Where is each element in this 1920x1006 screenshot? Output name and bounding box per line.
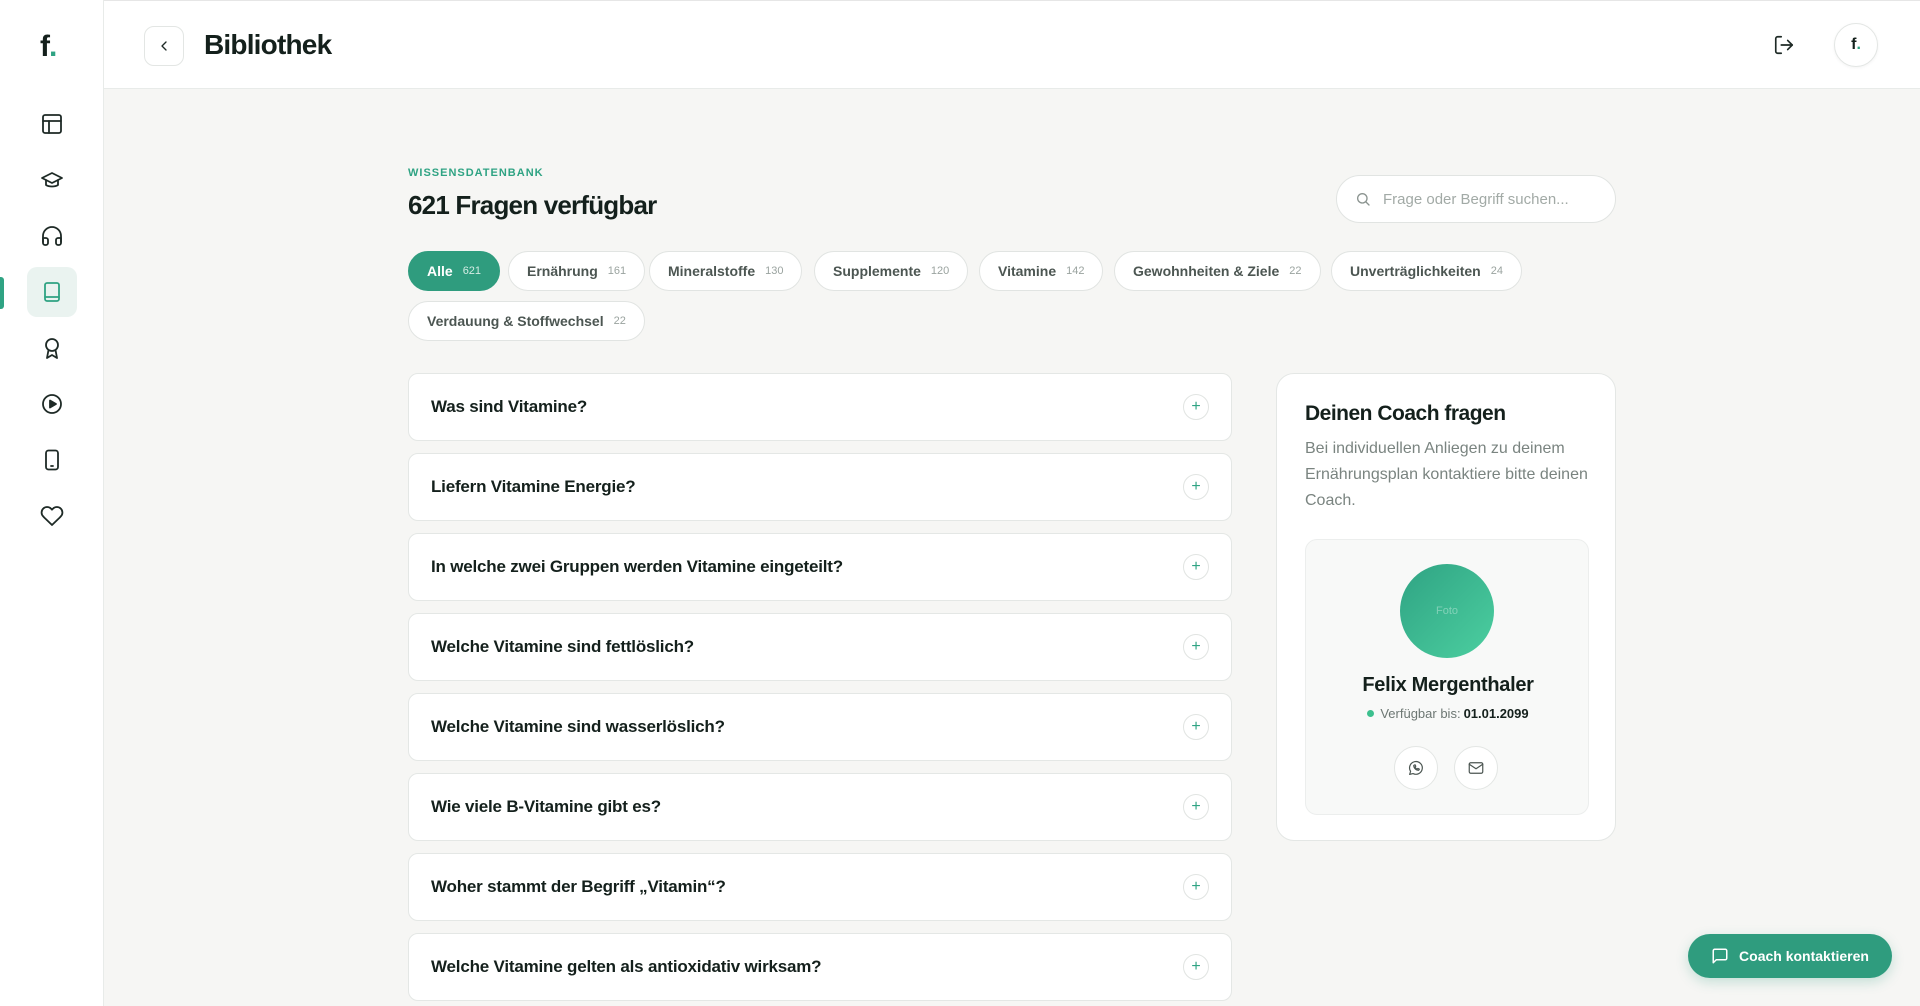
filter-count: 120	[930, 265, 950, 277]
faq-question: Welche Vitamine sind wasserlöslich?	[431, 717, 725, 736]
filter-count: 22	[1289, 265, 1302, 277]
filter-label: Ernährung	[527, 263, 598, 279]
sidebar-item-app[interactable]	[27, 435, 77, 485]
sidebar-item-dashboard[interactable]	[27, 99, 77, 149]
faq-question: Welche Vitamine gelten als antioxidativ …	[431, 957, 822, 976]
chevron-left-icon	[161, 41, 167, 51]
faq-item[interactable]: Was sind Vitamine? +	[408, 373, 1232, 441]
faq-question: Was sind Vitamine?	[431, 397, 588, 416]
award-icon	[45, 338, 59, 359]
sidebar-item-academy[interactable]	[27, 155, 77, 205]
filter-label: Alle	[427, 263, 453, 279]
smartphone-icon	[45, 449, 59, 471]
expand-icon[interactable]: +	[1183, 474, 1209, 500]
filter-label: Vitamine	[998, 263, 1057, 279]
expand-icon[interactable]: +	[1183, 714, 1209, 740]
coach-card-title: Deinen Coach fragen	[1305, 402, 1506, 425]
sidebar-item-videos[interactable]	[27, 379, 77, 429]
filter-label: Unverträglichkeiten	[1350, 263, 1481, 279]
sidebar: f.	[0, 0, 104, 1006]
sidebar-item-audio[interactable]	[27, 211, 77, 261]
coach-availability: Verfügbar bis: 01.01.2099	[1306, 706, 1590, 721]
filter-chip-verdauung[interactable]: Verdauung & Stoffwechsel 22	[408, 301, 645, 341]
filter-count: 130	[765, 265, 784, 277]
availability-label: Verfügbar bis:	[1380, 706, 1461, 721]
filter-label: Verdauung & Stoffwechsel	[427, 313, 604, 329]
expand-icon[interactable]: +	[1183, 394, 1209, 420]
logout-icon	[1774, 35, 1794, 55]
faq-item[interactable]: In welche zwei Gruppen werden Vitamine e…	[408, 533, 1232, 601]
search-input[interactable]	[1383, 190, 1593, 208]
filter-label: Supplemente	[833, 263, 921, 279]
status-dot	[1367, 710, 1375, 717]
contact-coach-label: Coach kontaktieren	[1739, 948, 1869, 964]
coach-name: Felix Mergenthaler	[1362, 674, 1534, 696]
faq-item[interactable]: Welche Vitamine sind wasserlöslich? +	[408, 693, 1232, 761]
topbar: Bibliothek f.	[104, 0, 1920, 89]
expand-icon[interactable]: +	[1183, 634, 1209, 660]
faq-question: Wie viele B-Vitamine gibt es?	[431, 797, 661, 816]
availability-date: 01.01.2099	[1463, 706, 1529, 721]
coach-photo: Foto	[1400, 564, 1494, 658]
play-circle-icon	[42, 394, 62, 414]
mail-icon	[1468, 762, 1484, 774]
filter-count: 161	[607, 265, 627, 277]
logo-dot: .	[49, 30, 57, 63]
faq-item[interactable]: Welche Vitamine gelten als antioxidativ …	[408, 933, 1232, 1001]
expand-icon[interactable]: +	[1183, 794, 1209, 820]
book-icon	[44, 282, 60, 302]
faq-item[interactable]: Wie viele B-Vitamine gibt es? +	[408, 773, 1232, 841]
filter-chip-unvertraeglichkeiten[interactable]: Unverträglichkeiten 24	[1331, 251, 1522, 291]
logout-button[interactable]	[1770, 31, 1798, 59]
back-button[interactable]	[144, 26, 184, 66]
coach-card: Deinen Coach fragen Bei individuellen An…	[1276, 373, 1616, 841]
search-icon	[1357, 193, 1370, 206]
filter-count: 621	[462, 265, 482, 277]
faq-question: In welche zwei Gruppen werden Vitamine e…	[431, 557, 843, 576]
active-nav-indicator	[0, 277, 4, 309]
faq-item[interactable]: Woher stammt der Begriff „Vitamin“? +	[408, 853, 1232, 921]
contact-coach-button[interactable]: Coach kontaktieren	[1688, 934, 1892, 978]
faq-question: Woher stammt der Begriff „Vitamin“?	[431, 877, 726, 896]
heart-icon	[40, 506, 64, 526]
expand-icon[interactable]: +	[1183, 874, 1209, 900]
expand-icon[interactable]: +	[1183, 954, 1209, 980]
expand-icon[interactable]: +	[1183, 554, 1209, 580]
sidebar-item-library[interactable]	[27, 267, 77, 317]
filter-chip-mineralstoffe[interactable]: Mineralstoffe 130	[649, 251, 803, 291]
filter-chip-supplemente[interactable]: Supplemente 120	[814, 251, 969, 291]
faq-item[interactable]: Liefern Vitamine Energie? +	[408, 453, 1232, 521]
filter-chip-alle[interactable]: Alle 621	[408, 251, 501, 291]
avatar-dot: .	[1856, 36, 1861, 53]
logo[interactable]: f.	[40, 30, 57, 64]
filter-chip-ernaehrung[interactable]: Ernährung 161	[508, 251, 646, 291]
search-field[interactable]	[1336, 175, 1616, 223]
message-icon	[1712, 948, 1728, 964]
filter-chip-gewohnheiten[interactable]: Gewohnheiten & Ziele 22	[1114, 251, 1321, 291]
coach-profile: Foto Felix Mergenthaler Verfügbar bis: 01…	[1305, 539, 1589, 815]
whatsapp-button[interactable]	[1394, 746, 1438, 790]
sidebar-item-favorites[interactable]	[27, 491, 77, 541]
faq-question: Liefern Vitamine Energie?	[431, 477, 636, 496]
filter-count: 142	[1066, 265, 1085, 277]
section-heading: 621 Fragen verfügbar	[408, 190, 657, 220]
layout-icon	[42, 114, 62, 134]
whatsapp-icon	[1408, 760, 1423, 775]
filter-label: Mineralstoffe	[668, 263, 756, 279]
filter-label: Gewohnheiten & Ziele	[1133, 263, 1280, 279]
page-title: Bibliothek	[204, 29, 332, 60]
section-eyebrow: WISSENSDATENBANK	[408, 167, 544, 179]
sidebar-item-achievements[interactable]	[27, 323, 77, 373]
faq-question: Welche Vitamine sind fettlöslich?	[431, 637, 694, 656]
logo-letter: f	[40, 30, 50, 63]
faq-item[interactable]: Welche Vitamine sind fettlöslich? +	[408, 613, 1232, 681]
avatar[interactable]: f.	[1834, 23, 1878, 67]
filter-chip-vitamine[interactable]: Vitamine 142	[979, 251, 1104, 291]
headphones-icon	[42, 226, 62, 246]
coach-card-text: Bei individuellen Anliegen zu deinem Ern…	[1305, 440, 1588, 509]
email-button[interactable]	[1454, 746, 1498, 790]
filter-count: 24	[1490, 265, 1503, 277]
graduation-cap-icon	[41, 172, 63, 188]
filter-count: 22	[613, 315, 626, 327]
